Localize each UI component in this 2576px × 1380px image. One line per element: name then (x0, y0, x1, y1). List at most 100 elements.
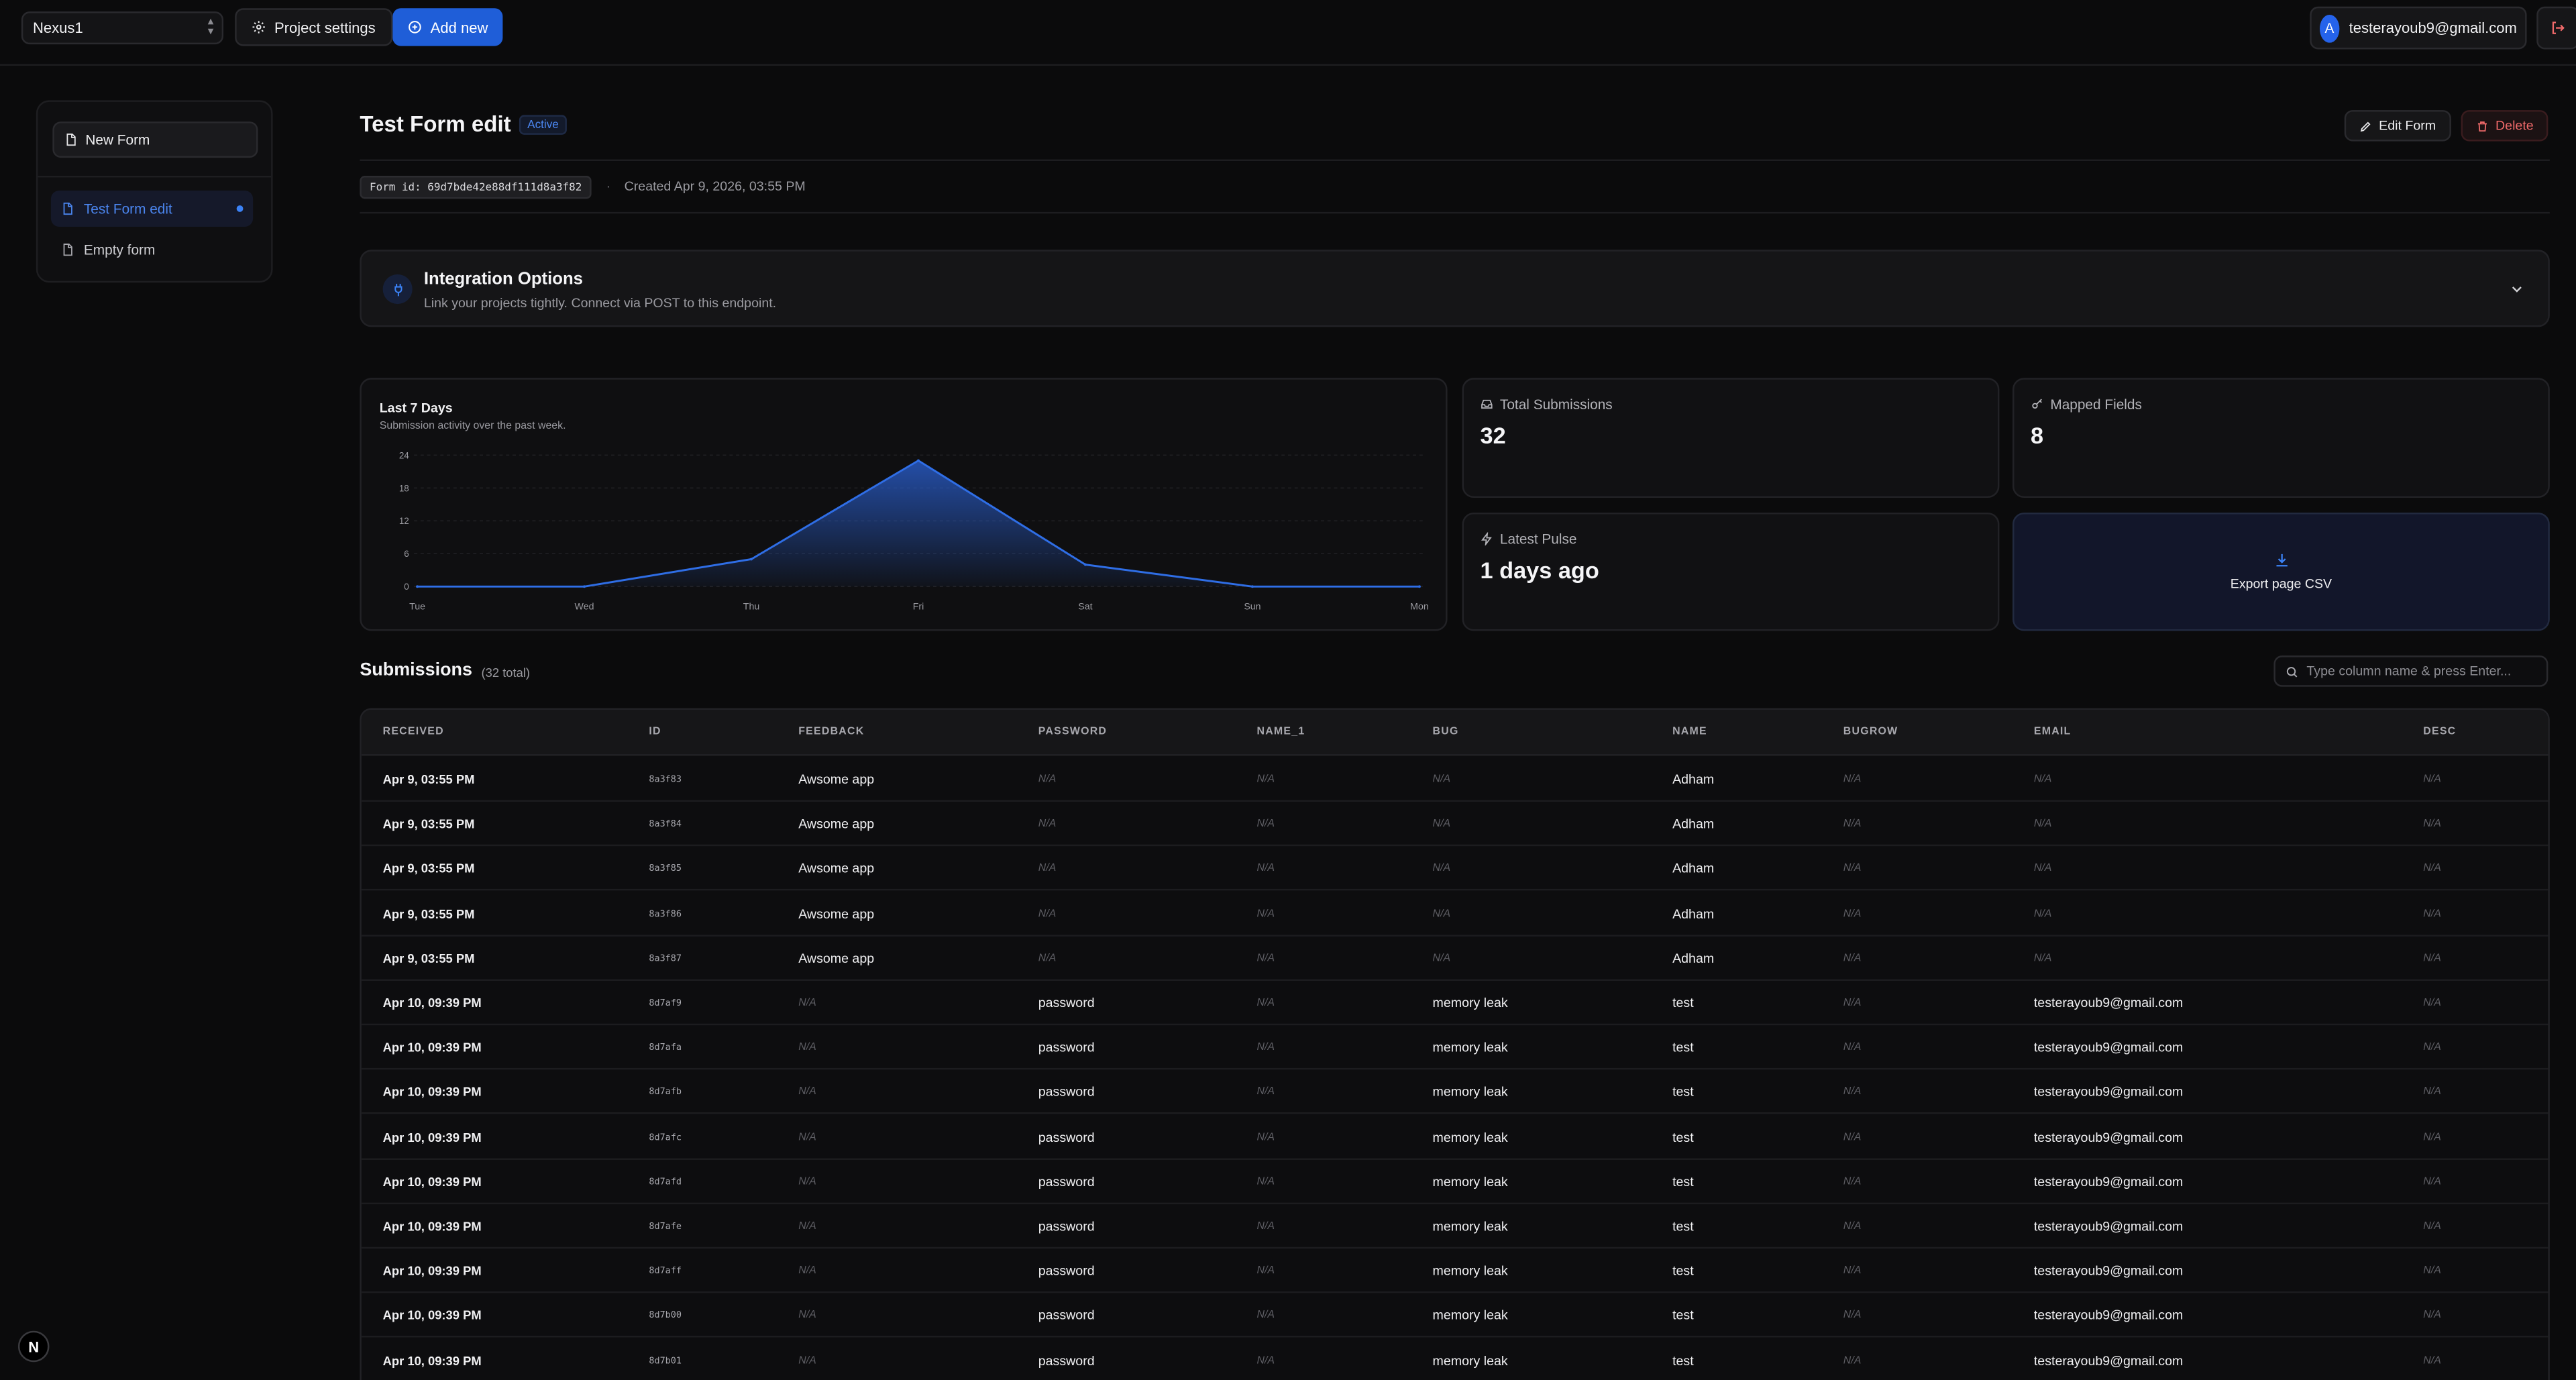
table-cell: Apr 10, 09:39 PM (382, 1352, 482, 1369)
table-cell: N/A (1843, 818, 1862, 831)
add-new-button[interactable]: Add new (392, 8, 503, 46)
delete-label: Delete (2496, 118, 2534, 134)
user-menu[interactable]: A testerayoub9@gmail.com (2310, 6, 2527, 50)
column-header[interactable]: EMAIL (2034, 726, 2072, 737)
table-cell: Apr 9, 03:55 PM (382, 951, 475, 966)
table-cell: N/A (1038, 908, 1057, 920)
table-row[interactable]: Apr 10, 09:39 PM 8d7afb N/A password N/A memo… (361, 1070, 2548, 1115)
table-row[interactable]: Apr 10, 09:39 PM 8d7afc N/A password N/A memo… (361, 1115, 2548, 1159)
table-cell: N/A (798, 1131, 816, 1143)
search-icon (2286, 666, 2298, 677)
logout-icon (2552, 21, 2565, 34)
project-select[interactable]: Nexus1 ▴ ▾ (21, 11, 224, 45)
table-cell: test (1672, 996, 1694, 1011)
gear-icon (252, 21, 265, 34)
table-row[interactable]: Apr 9, 03:55 PM 8a3f87 Awsome app N/A N/A N/A… (361, 936, 2548, 981)
project-settings-button[interactable]: Project settings (235, 8, 392, 46)
delete-button[interactable]: Delete (2461, 110, 2548, 142)
table-row[interactable]: Apr 10, 09:39 PM 8d7afd N/A password N/A memo… (361, 1159, 2548, 1204)
table-cell: 8a3f85 (649, 865, 682, 875)
table-cell: Apr 10, 09:39 PM (382, 1129, 482, 1145)
edit-form-button[interactable]: Edit Form (2344, 110, 2451, 142)
column-header[interactable]: NAME (1672, 726, 1707, 737)
table-cell: password (1038, 1219, 1095, 1234)
mapped-fields-value: 8 (2030, 422, 2044, 449)
sidebar-item-test-form-edit[interactable]: Test Form edit (50, 191, 254, 227)
x-tick-label: Sat (1078, 602, 1092, 613)
mapped-fields-label: Mapped Fields (2050, 396, 2142, 413)
table-row[interactable]: Apr 9, 03:55 PM 8a3f85 Awsome app N/A N/A N/A… (361, 847, 2548, 892)
table-cell: N/A (2033, 818, 2052, 831)
submissions-count: (32 total) (481, 665, 531, 680)
export-csv-button[interactable]: Export page CSV (2012, 513, 2550, 631)
column-header[interactable]: BUGROW (1843, 726, 1898, 737)
table-cell: N/A (2423, 952, 2441, 965)
table-cell: N/A (1843, 1086, 1862, 1098)
logout-button[interactable] (2536, 6, 2576, 50)
table-cell: 8d7afe (649, 1222, 682, 1232)
column-search[interactable] (2273, 655, 2548, 687)
column-header[interactable]: RECEIVED (383, 726, 444, 737)
column-header[interactable]: BUG (1433, 726, 1459, 737)
table-cell: N/A (1843, 1131, 1862, 1143)
table-cell: N/A (2033, 863, 2052, 875)
sidebar-item-empty-form[interactable]: Empty form (51, 231, 253, 268)
table-row[interactable]: Apr 10, 09:39 PM 8d7af9 N/A password N/A memo… (361, 981, 2548, 1026)
table-cell: N/A (1843, 1265, 1862, 1277)
activity-chart-card: Last 7 Days Submission activity over the… (360, 378, 1448, 631)
table-cell: N/A (1256, 1131, 1275, 1143)
table-row[interactable]: Apr 9, 03:55 PM 8a3f84 Awsome app N/A N/A N/A… (361, 802, 2548, 847)
table-cell: N/A (1038, 818, 1057, 831)
table-cell: memory leak (1432, 1129, 1508, 1145)
table-row[interactable]: Apr 10, 09:39 PM 8d7b00 N/A password N/A memo… (361, 1293, 2548, 1338)
project-select-value: Nexus1 (32, 19, 83, 36)
table-cell: N/A (2423, 774, 2441, 786)
table-row[interactable]: Apr 10, 09:39 PM 8d7aff N/A password N/A memo… (361, 1249, 2548, 1293)
table-cell: 8d7afd (649, 1177, 682, 1188)
table-row[interactable]: Apr 10, 09:39 PM 8d7afe N/A password N/A memo… (361, 1204, 2548, 1249)
table-cell: Apr 9, 03:55 PM (382, 816, 475, 832)
column-header[interactable]: PASSWORD (1038, 726, 1107, 737)
latest-pulse-card: Latest Pulse 1 days ago (1462, 513, 2000, 631)
y-tick-label: 12 (399, 516, 409, 526)
table-cell: memory leak (1432, 996, 1508, 1011)
x-tick-label: Sun (1244, 602, 1260, 613)
table-row[interactable]: Apr 10, 09:39 PM 8d7afa N/A password N/A memo… (361, 1026, 2548, 1070)
table-cell: N/A (2423, 863, 2441, 875)
table-cell: N/A (798, 1086, 816, 1098)
table-cell: N/A (1256, 818, 1275, 831)
table-row[interactable]: Apr 9, 03:55 PM 8a3f83 Awsome app N/A N/A N/A… (361, 757, 2548, 802)
table-cell: Awsome app (798, 951, 875, 966)
table-cell: password (1038, 1308, 1095, 1324)
table-cell: Adham (1672, 951, 1715, 966)
table-cell: password (1038, 1129, 1095, 1145)
column-header[interactable]: ID (649, 726, 661, 737)
table-cell: memory leak (1432, 1040, 1508, 1055)
table-cell: test (1672, 1352, 1694, 1369)
integration-options-panel[interactable]: Integration Options Link your projects t… (360, 250, 2550, 327)
table-cell: 8d7afa (649, 1043, 682, 1054)
column-header[interactable]: FEEDBACK (798, 726, 864, 737)
table-row[interactable]: Apr 9, 03:55 PM 8a3f86 Awsome app N/A N/A N/A… (361, 892, 2548, 936)
column-header[interactable]: NAME_1 (1256, 726, 1305, 737)
next-logo-icon[interactable]: N (17, 1330, 50, 1363)
table-cell: N/A (1256, 997, 1275, 1009)
table-cell: Apr 9, 03:55 PM (382, 772, 475, 788)
sidebar-divider (38, 176, 272, 178)
plus-circle-icon (409, 21, 421, 34)
chart-point (1417, 585, 1421, 588)
active-dot (236, 205, 244, 212)
table-cell: Apr 10, 09:39 PM (382, 1040, 482, 1055)
table-cell: N/A (1256, 1220, 1275, 1232)
table-cell: N/A (2423, 1131, 2441, 1143)
column-header[interactable]: DESC (2423, 726, 2456, 737)
column-search-input[interactable] (2306, 664, 2537, 679)
new-form-button[interactable]: New Form (52, 121, 258, 158)
table-cell: N/A (1038, 952, 1057, 965)
table-cell: Adham (1672, 861, 1715, 877)
table-row[interactable]: Apr 10, 09:39 PM 8d7b01 N/A password N/A memo… (362, 1338, 2548, 1380)
export-csv-label: Export page CSV (2230, 576, 2332, 592)
user-email: testerayoub9@gmail.com (2349, 19, 2517, 36)
project-settings-label: Project settings (274, 19, 376, 36)
table-cell: test (1672, 1174, 1694, 1189)
